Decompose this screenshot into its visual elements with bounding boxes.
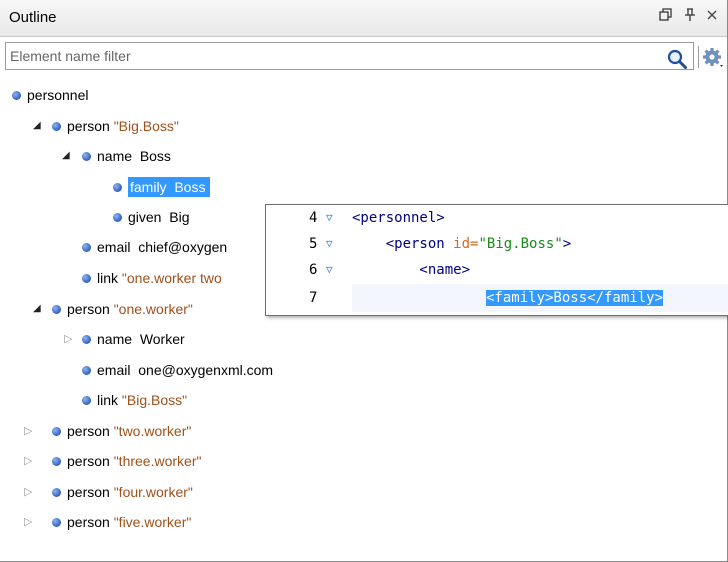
collapse-triangle-icon[interactable]: ◢ <box>33 120 41 131</box>
outline-panel: Outline Element name filter personnel ◢ … <box>0 0 728 562</box>
gutter-line: 5 ▽ <box>266 231 352 257</box>
element-name-filter-input[interactable] <box>5 42 694 70</box>
tree-node-person-three-worker[interactable]: person "three.worker" <box>52 449 201 473</box>
settings-gear-icon[interactable] <box>702 46 726 70</box>
element-bullet-icon <box>52 487 61 497</box>
expand-triangle-icon[interactable]: ▷ <box>24 424 32 437</box>
element-bullet-icon <box>52 456 61 466</box>
tree-node-email-one[interactable]: email one@oxygenxml.com <box>82 358 273 382</box>
tree-node-family-selected[interactable]: family Boss <box>113 175 211 199</box>
tree-node-person-five-worker[interactable]: person "five.worker" <box>52 510 191 534</box>
element-bullet-icon <box>52 304 61 314</box>
element-bullet-icon <box>52 517 61 527</box>
element-bullet-icon <box>82 395 91 405</box>
expand-triangle-icon[interactable]: ▷ <box>24 485 32 498</box>
expand-triangle-icon[interactable]: ▷ <box>24 515 32 528</box>
element-bullet-icon <box>82 334 91 344</box>
code-line-selected: <family>Boss</family> <box>486 290 664 306</box>
collapse-triangle-icon[interactable]: ◢ <box>33 303 41 314</box>
element-bullet-icon <box>82 365 91 375</box>
tree-node-name[interactable]: name Boss <box>82 144 171 168</box>
element-bullet-icon <box>82 151 91 161</box>
fold-triangle-icon[interactable]: ▽ <box>326 257 333 283</box>
element-bullet-icon <box>52 121 61 131</box>
element-bullet-icon <box>82 273 91 283</box>
fold-triangle-icon[interactable]: ▽ <box>326 205 333 231</box>
toolbar-separator <box>698 46 699 68</box>
element-bullet-icon <box>113 212 122 222</box>
tree-node-personnel[interactable]: personnel <box>12 83 89 107</box>
tree-node-email[interactable]: email chief@oxygen <box>82 235 227 259</box>
fold-triangle-icon[interactable]: ▽ <box>326 231 333 257</box>
outline-tree: personnel ◢ person "Big.Boss" ◢ name Bos… <box>0 80 727 560</box>
gutter-line: 7 <box>309 290 318 306</box>
collapse-triangle-icon[interactable]: ◢ <box>62 150 70 161</box>
tree-node-given[interactable]: given Big <box>113 205 189 229</box>
title-bar: Outline <box>0 0 727 37</box>
gutter-line: 4 ▽ <box>266 205 352 231</box>
tree-node-person-one-worker[interactable]: person "one.worker" <box>52 297 193 321</box>
expand-triangle-icon[interactable]: ▷ <box>64 332 72 345</box>
element-bullet-icon <box>113 182 122 192</box>
expand-triangle-icon[interactable]: ▷ <box>24 454 32 467</box>
element-bullet-icon <box>82 242 91 252</box>
selected-node-label: family Boss <box>128 177 211 197</box>
panel-title: Outline <box>9 9 57 26</box>
code-preview-popup: 4 ▽ 5 ▽ 6 ▽ 7 <personnel> <person id="Big.B… <box>265 204 728 316</box>
tree-node-link[interactable]: link "one.worker two <box>82 266 222 290</box>
tree-node-person-four-worker[interactable]: person "four.worker" <box>52 480 193 504</box>
tree-node-person-two-worker[interactable]: person "two.worker" <box>52 419 191 443</box>
tree-node-name-worker[interactable]: name Worker <box>82 327 185 351</box>
restore-icon[interactable] <box>657 8 675 26</box>
filter-row <box>0 37 727 77</box>
gutter-line: 6 ▽ <box>266 257 352 283</box>
code-line-person: <person id="Big.Boss"> <box>385 236 572 252</box>
element-bullet-icon <box>12 90 21 100</box>
search-icon[interactable] <box>666 48 688 70</box>
tree-node-link-big-boss[interactable]: link "Big.Boss" <box>82 388 187 412</box>
code-line: <personnel> <box>352 210 445 226</box>
pin-icon[interactable] <box>681 8 699 26</box>
line-number-gutter: 4 ▽ 5 ▽ 6 ▽ 7 <box>266 205 352 315</box>
element-bullet-icon <box>52 426 61 436</box>
tree-node-person-big-boss[interactable]: person "Big.Boss" <box>52 114 179 138</box>
code-line: <name> <box>352 262 471 278</box>
close-icon[interactable] <box>703 8 721 26</box>
